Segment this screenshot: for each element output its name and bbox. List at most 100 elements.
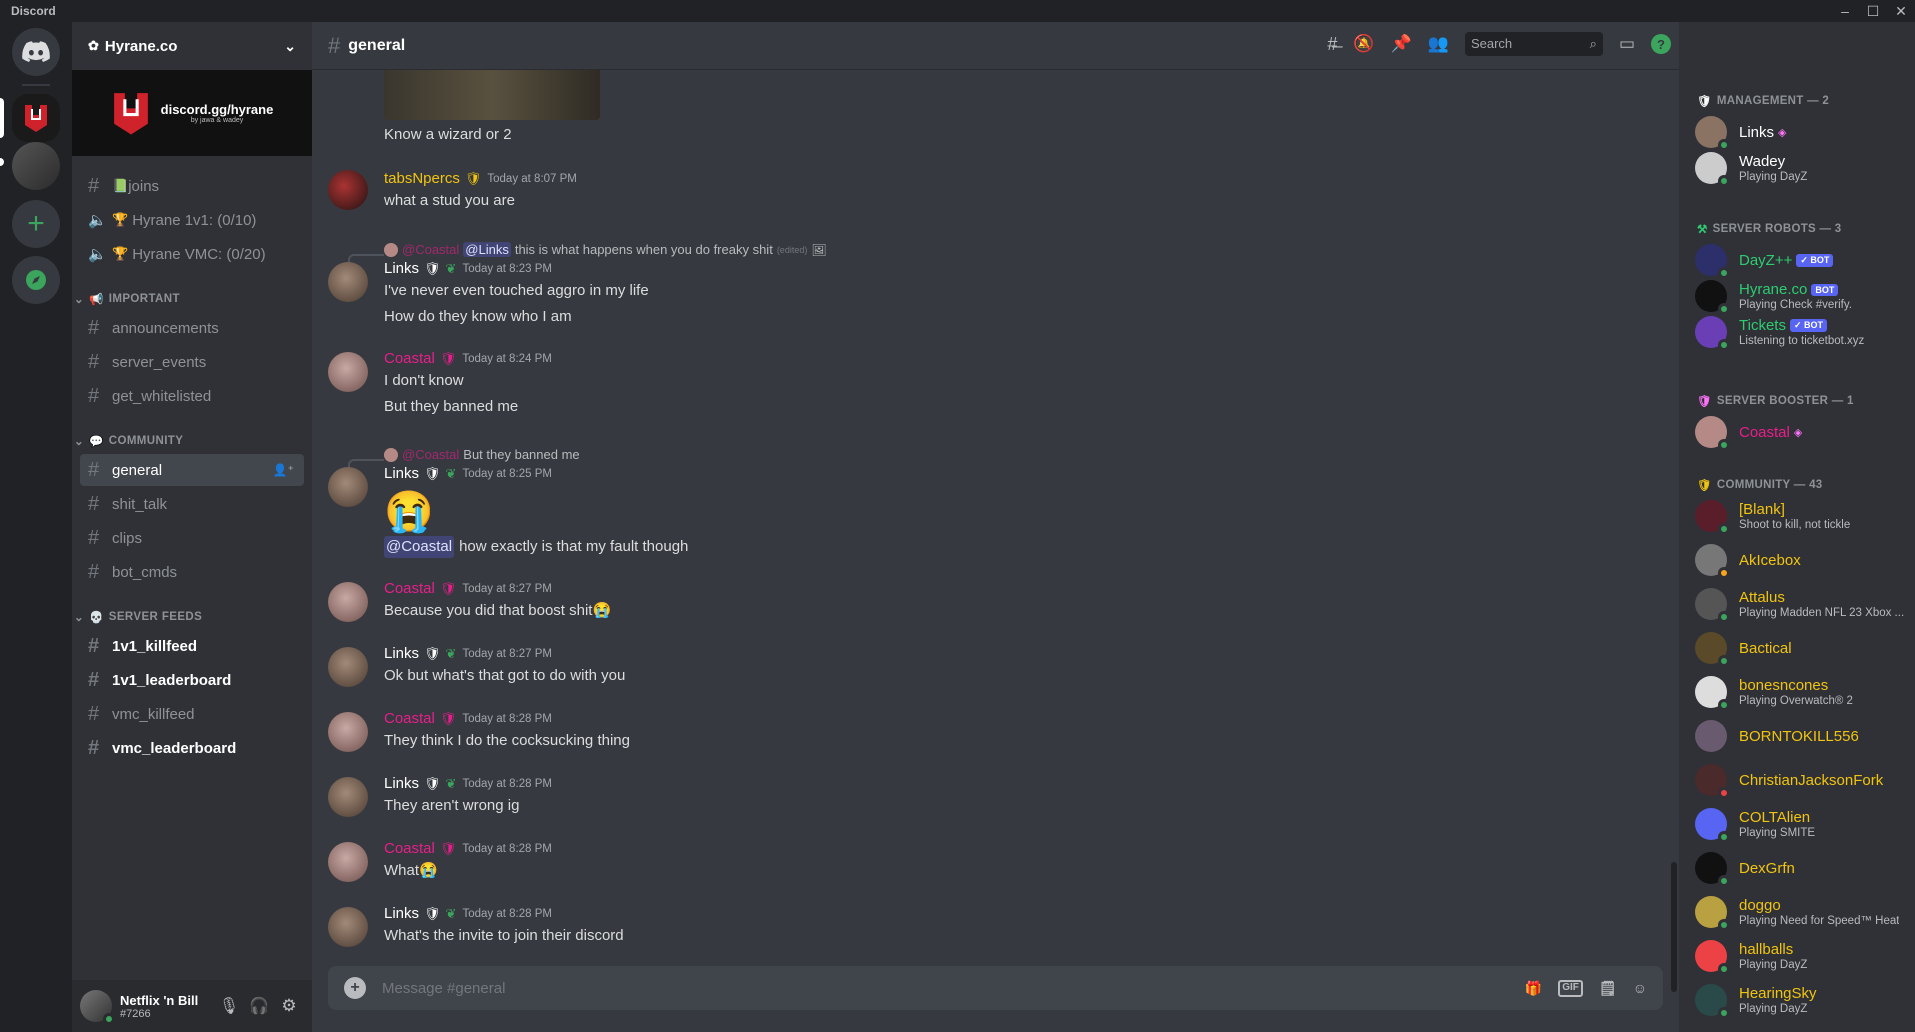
voice-channel-1v1[interactable]: 🔈 🏆 Hyrane 1v1: (0/10) (80, 204, 304, 236)
threads-icon[interactable]: #̶ (1327, 34, 1337, 55)
hash-icon: # (88, 384, 100, 407)
member-item[interactable]: DexGrfn (1695, 848, 1915, 888)
avatar (1695, 808, 1730, 843)
channel-1v1-leaderboard[interactable]: #1v1_leaderboard (80, 664, 304, 696)
avatar[interactable] (328, 777, 368, 817)
plant-icon: ❦ (445, 645, 457, 661)
category-community[interactable]: ⌄ 💬 COMMUNITY (74, 434, 183, 448)
channel-vmc-killfeed[interactable]: # vmc_killfeed (80, 698, 304, 730)
channel-server-events[interactable]: # server_events (80, 346, 304, 378)
category-important[interactable]: ⌄ 📢 IMPORTANT (74, 292, 180, 306)
channel-shit-talk[interactable]: # shit_talk (80, 488, 304, 520)
channel-get-whitelisted[interactable]: # get_whitelisted (80, 380, 304, 412)
scrollbar[interactable] (1671, 862, 1677, 992)
image-attachment[interactable] (384, 70, 600, 120)
search-input[interactable]: Search ⌕ (1464, 32, 1603, 56)
message-author[interactable]: Links (384, 645, 419, 662)
member-item[interactable]: Links ◈ (1695, 112, 1915, 152)
member-item[interactable]: bonesncones Playing Overwatch® 2 (1695, 672, 1915, 712)
minimize-icon[interactable]: – (1831, 3, 1859, 20)
category-server-feeds[interactable]: ⌄ 💀 SERVER FEEDS (74, 610, 202, 624)
headphones-icon[interactable]: 🎧 (244, 996, 274, 1016)
message-author[interactable]: Coastal (384, 710, 435, 727)
member-item[interactable]: Hyrane.co BOT Playing Check #verify. (1695, 276, 1915, 316)
help-icon[interactable]: ? (1651, 34, 1671, 54)
member-item[interactable]: Attalus Playing Madden NFL 23 Xbox ... (1695, 584, 1915, 624)
message-text: Know a wizard or 2 (384, 126, 512, 143)
member-item[interactable]: DayZ++ ✓ BOT (1695, 240, 1915, 280)
avatar[interactable] (328, 170, 368, 210)
message-author[interactable]: Links (384, 905, 419, 922)
message-author[interactable]: tabsNpercs (384, 170, 460, 187)
channel-emoji: 🏆 (112, 212, 129, 227)
gift-icon[interactable]: 🎁 (1525, 980, 1542, 997)
mention[interactable]: @Coastal (384, 536, 455, 558)
sticker-icon[interactable]: 🗒 (1599, 980, 1617, 997)
add-attachment-icon[interactable]: + (344, 977, 366, 999)
avatar[interactable] (328, 907, 368, 947)
member-item[interactable]: doggo Playing Need for Speed™ Heat (1695, 892, 1915, 932)
avatar[interactable] (328, 647, 368, 687)
channel-vmc-leaderboard[interactable]: # vmc_leaderboard (80, 732, 304, 764)
user-tag: #7266 (120, 1007, 151, 1020)
member-item[interactable]: Tickets ✓ BOT Listening to ticketbot.xyz (1695, 312, 1915, 352)
message-author[interactable]: Coastal (384, 580, 435, 597)
inbox-icon[interactable]: ▭ (1619, 34, 1635, 54)
server-header[interactable]: ✿ Hyrane.co ⌄ (72, 22, 312, 70)
emoji-icon[interactable]: ☺ (1633, 980, 1647, 997)
message-author[interactable]: Coastal (384, 840, 435, 857)
avatar[interactable] (328, 262, 368, 302)
gear-icon[interactable]: ⚙ (274, 996, 304, 1016)
invite-icon[interactable]: 👤⁺ (273, 463, 294, 477)
member-item[interactable]: hallballs Playing DayZ (1695, 936, 1915, 976)
hash-icon: # (88, 458, 100, 481)
member-item[interactable]: Bactical (1695, 628, 1915, 668)
member-item[interactable]: BORNTOKILL556 (1695, 716, 1915, 756)
message-author[interactable]: Links (384, 465, 419, 482)
avatar[interactable] (80, 990, 115, 1025)
member-item[interactable]: [Blank] Shoot to kill, not tickle (1695, 496, 1915, 536)
member-item[interactable]: COLTAlien Playing SMITE (1695, 804, 1915, 844)
microphone-icon[interactable]: 🎙 (214, 996, 244, 1016)
channel-label: Hyrane VMC: (0/20) (132, 245, 266, 263)
member-name: [Blank] (1739, 501, 1785, 518)
mute-bell-icon[interactable]: 🔕 (1353, 34, 1374, 54)
message-composer[interactable]: + Message #general 🎁 GIF 🗒 ☺ (328, 966, 1663, 1010)
member-list-icon[interactable]: 👥 (1428, 34, 1449, 54)
bot-badge: ✓ BOT (1789, 319, 1827, 332)
channel-joins[interactable]: # 📗 joins (80, 170, 304, 202)
channel-clips[interactable]: # clips (80, 522, 304, 554)
message-author[interactable]: Links (384, 260, 419, 277)
add-server-icon[interactable]: + (12, 200, 60, 248)
channel-general[interactable]: # general 👤⁺ (80, 454, 304, 486)
message-author[interactable]: Links (384, 775, 419, 792)
member-item[interactable]: HearingSky Playing DayZ (1695, 980, 1915, 1020)
avatar[interactable] (328, 712, 368, 752)
channel-1v1-killfeed[interactable]: #1v1_killfeed (80, 630, 304, 662)
explore-icon[interactable] (12, 256, 60, 304)
reply-preview[interactable]: @Coastal But they banned me (384, 447, 580, 462)
avatar (1695, 984, 1730, 1019)
avatar[interactable] (328, 352, 368, 392)
server-other-icon[interactable] (12, 142, 60, 190)
channel-bot-cmds[interactable]: # bot_cmds (80, 556, 304, 588)
avatar[interactable] (328, 582, 368, 622)
message-author[interactable]: Coastal (384, 350, 435, 367)
member-item[interactable]: AkIcebox (1695, 540, 1915, 580)
discord-home-icon[interactable] (12, 28, 60, 76)
channel-announcements[interactable]: # announcements (80, 312, 304, 344)
reply-preview[interactable]: @Coastal @Links this is what happens when … (384, 242, 827, 257)
member-item[interactable]: Coastal ◈ (1695, 412, 1915, 452)
maximize-icon[interactable]: ☐ (1859, 3, 1887, 20)
member-item[interactable]: ChristianJacksonFork (1695, 760, 1915, 800)
member-item[interactable]: Wadey Playing DayZ (1695, 148, 1915, 188)
gif-button[interactable]: GIF (1558, 979, 1583, 997)
member-category: 🛡 MANAGEMENT — 2 (1697, 94, 1829, 108)
pin-icon[interactable]: 📌 (1391, 34, 1412, 54)
avatar[interactable] (328, 842, 368, 882)
message-input[interactable]: Message #general (382, 980, 1525, 997)
avatar[interactable] (328, 467, 368, 507)
server-hyrane-icon[interactable] (12, 94, 60, 142)
close-icon[interactable]: ✕ (1887, 3, 1915, 20)
voice-channel-vmc[interactable]: 🔈 🏆 Hyrane VMC: (0/20) (80, 238, 304, 270)
